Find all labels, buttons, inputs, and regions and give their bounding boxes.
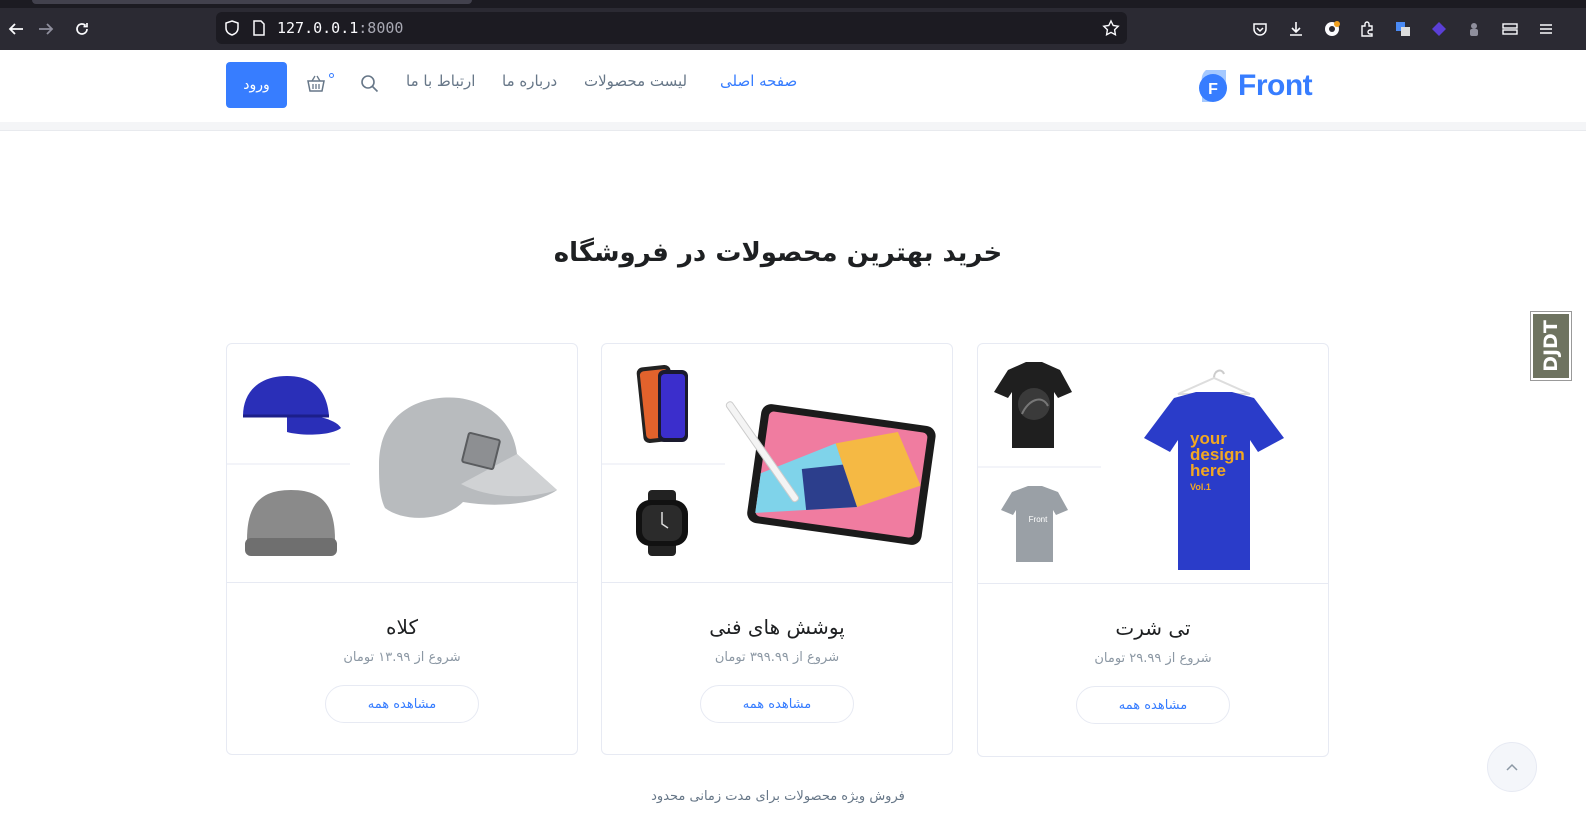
hats-illustration [227,376,557,556]
browser-tab[interactable] [32,0,472,4]
download-icon[interactable] [1280,8,1312,50]
extension-puzzle-icon[interactable] [1458,8,1490,50]
brand-name: Front [1238,69,1313,102]
nav-home[interactable]: صفحه اصلی [720,72,797,96]
pocket-icon[interactable] [1244,8,1276,50]
forward-icon[interactable] [30,8,62,50]
card-price: شروع از ۱۳.۹۹ تومان [343,650,461,665]
page-icon [253,20,265,36]
product-card-tshirt: Front your design here Vol.1 تی شرت شروع… [977,343,1329,757]
extensions-icon[interactable] [1351,8,1383,50]
browser-tabstrip [0,0,1586,8]
view-all-button[interactable]: مشاهده همه [325,685,479,723]
nav-contact[interactable]: ارتباط با ما [406,72,475,96]
view-all-button[interactable]: مشاهده همه [1076,686,1230,724]
menu-icon[interactable] [1530,8,1562,50]
tshirt-illustration: Front your design here Vol.1 [978,362,1284,570]
card-title: تی شرت [1115,616,1191,640]
product-card-hats: کلاه شروع از ۱۳.۹۹ تومان مشاهده همه [226,343,578,755]
front-logo-icon: F [1199,70,1227,102]
svg-text:here: here [1190,461,1226,480]
header-separator [0,122,1586,130]
cart-badge [329,73,334,78]
header-border [0,130,1586,131]
card-title: پوشش های فنی [709,615,845,639]
url-text[interactable]: 127.0.0.1:8000 [277,19,403,37]
profile-extension-icon[interactable] [1316,8,1348,50]
special-sale-note: فروش ویژه محصولات برای مدت زمانی محدود [651,789,905,804]
back-to-top-button[interactable] [1487,742,1537,792]
login-button[interactable]: ورود [226,62,287,108]
browser-toolbar: 127.0.0.1:8000 [0,8,1586,50]
hats-images[interactable] [227,344,577,583]
nav-products[interactable]: لیست محصولات [584,72,687,96]
brand-logo[interactable]: F Front [1196,68,1313,104]
search-icon[interactable] [360,74,380,94]
containers-icon[interactable] [1494,8,1526,50]
card-title: کلاه [386,615,418,639]
cart-icon[interactable] [306,74,326,94]
tech-images[interactable] [602,344,952,583]
djdt-label: DJDT [1540,320,1563,372]
tshirt-images[interactable]: Front your design here Vol.1 [978,344,1328,584]
tech-illustration [602,365,936,556]
django-debug-toolbar-handle[interactable]: DJDT [1530,311,1572,381]
card-price: شروع از ۳۹۹.۹۹ تومان [714,650,840,665]
view-all-button[interactable]: مشاهده همه [700,685,854,723]
bookmark-star-icon[interactable] [1102,19,1120,37]
svg-text:Front: Front [1029,515,1048,524]
product-card-tech: پوشش های فنی شروع از ۳۹۹.۹۹ تومان مشاهده… [601,343,953,755]
chevron-up-icon [1506,763,1518,771]
svg-text:F: F [1208,81,1218,98]
card-price: شروع از ۲۹.۹۹ تومان [1094,651,1212,666]
extension-diamond-icon[interactable] [1423,8,1455,50]
svg-text:Vol.1: Vol.1 [1190,482,1211,492]
translate-icon[interactable] [1387,8,1419,50]
url-bar[interactable]: 127.0.0.1:8000 [216,12,1127,44]
shield-icon[interactable] [223,19,241,37]
section-title: خرید بهترین محصولات در فروشگاه [553,238,1003,268]
back-icon[interactable] [0,8,32,50]
reload-icon[interactable] [66,8,98,50]
nav-about[interactable]: درباره ما [502,72,557,96]
